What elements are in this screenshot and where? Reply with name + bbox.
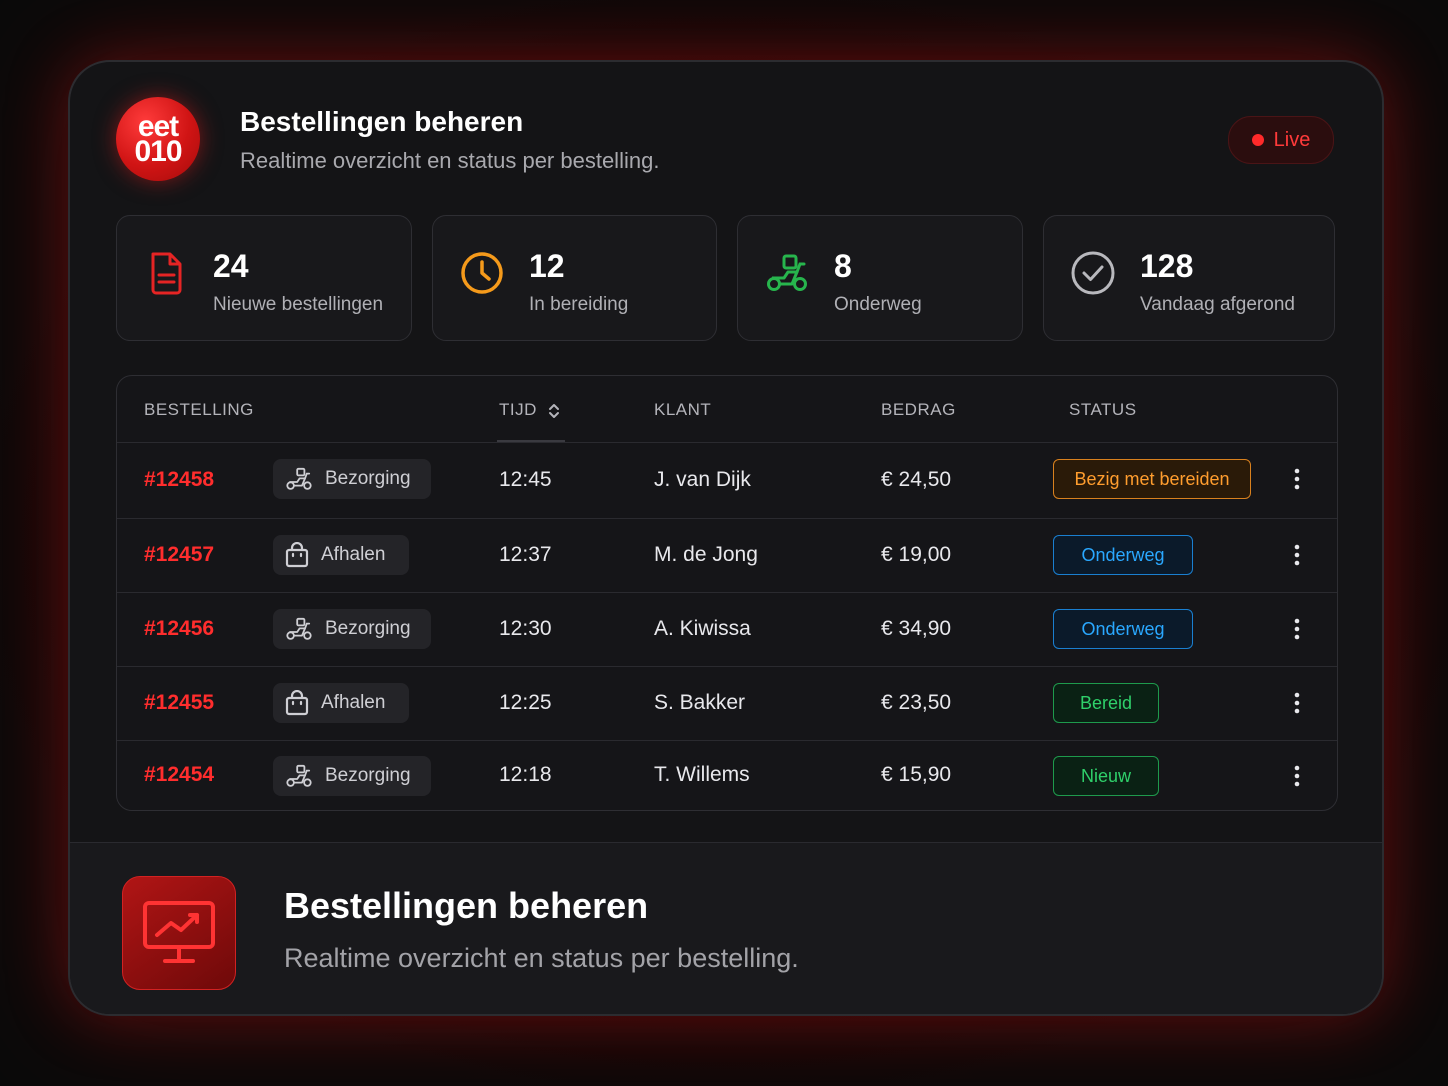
customer-name: M. de Jong xyxy=(654,543,758,566)
stat-label: In bereiding xyxy=(529,294,629,315)
stat-card-completed-today[interactable]: 128 Vandaag afgerond xyxy=(1043,215,1335,341)
live-dot-icon xyxy=(1251,134,1264,146)
stat-label: Vandaag afgerond xyxy=(1140,294,1295,315)
customer-name: J. van Dijk xyxy=(654,468,751,491)
stat-value: 8 xyxy=(834,248,852,284)
stat-card-on-the-way[interactable]: 8 Onderweg xyxy=(737,215,1023,341)
clock-icon xyxy=(461,252,503,294)
stat-label: Onderweg xyxy=(834,294,922,315)
order-time: 12:45 xyxy=(499,468,552,491)
stat-label: Nieuwe bestellingen xyxy=(213,294,384,315)
stat-value: 24 xyxy=(213,248,249,284)
column-header-time-label: TIJD xyxy=(499,400,537,419)
more-options-icon[interactable] xyxy=(1285,543,1309,567)
eet010-logo: eet 010 xyxy=(116,97,200,181)
scooter-icon xyxy=(767,254,807,291)
customer-name: A. Kiwissa xyxy=(654,617,751,640)
column-header-customer[interactable]: KLANT xyxy=(654,400,711,420)
footer-feature: Bestellingen beheren Realtime overzicht … xyxy=(70,842,1382,1014)
stat-card-in-preparation[interactable]: 12 In bereiding xyxy=(432,215,717,341)
more-options-icon[interactable] xyxy=(1285,691,1309,715)
order-type-chip: Bezorging xyxy=(273,609,431,649)
order-type-chip: Afhalen xyxy=(273,683,409,723)
table-row[interactable]: #12458 Bezorging 12:45 J. van Dijk € 24,50 Be… xyxy=(117,442,1337,519)
order-type-chip: Bezorging xyxy=(273,756,431,796)
order-amount: € 23,50 xyxy=(881,691,952,714)
customer-name: T. Willems xyxy=(654,763,750,786)
check-circle-icon xyxy=(1071,251,1115,295)
order-amount: € 19,00 xyxy=(881,543,952,566)
live-badge[interactable]: Live xyxy=(1228,116,1334,164)
more-options-icon[interactable] xyxy=(1285,467,1309,491)
scooter-icon xyxy=(286,467,312,490)
order-type-chip: Bezorging xyxy=(273,459,431,499)
order-amount: € 24,50 xyxy=(881,468,952,491)
table-header: BESTELLING TIJD KLANT BEDRAG STATUS xyxy=(117,376,1337,443)
scooter-icon xyxy=(286,764,312,787)
page-subtitle: Realtime overzicht en status per bestell… xyxy=(240,148,660,173)
order-id-link[interactable]: #12454 xyxy=(144,739,214,810)
column-header-order[interactable]: BESTELLING xyxy=(144,400,254,420)
order-amount: € 34,90 xyxy=(881,617,952,640)
monitor-chart-icon xyxy=(122,876,236,990)
order-time: 12:30 xyxy=(499,617,552,640)
order-time: 12:25 xyxy=(499,691,552,714)
customer-name: S. Bakker xyxy=(654,691,746,714)
table-row[interactable]: #12457 Afhalen 12:37 M. de Jong € 19,00 Onder… xyxy=(117,518,1337,593)
order-time: 12:37 xyxy=(499,543,552,566)
status-badge[interactable]: Onderweg xyxy=(1053,535,1193,575)
column-header-status[interactable]: STATUS xyxy=(1069,400,1137,420)
document-icon xyxy=(151,252,182,295)
status-badge[interactable]: Onderweg xyxy=(1053,609,1193,649)
order-id-link[interactable]: #12457 xyxy=(144,518,214,592)
stat-card-new-orders[interactable]: 24 Nieuwe bestellingen xyxy=(116,215,412,341)
column-header-time[interactable]: TIJD xyxy=(499,400,560,420)
status-badge[interactable]: Bezig met bereiden xyxy=(1053,459,1251,499)
stat-value: 12 xyxy=(529,248,565,284)
sort-icon[interactable] xyxy=(548,402,560,420)
order-time: 12:18 xyxy=(499,763,552,786)
status-badge[interactable]: Bereid xyxy=(1053,683,1159,723)
status-badge[interactable]: Nieuw xyxy=(1053,756,1159,796)
page-title: Bestellingen beheren xyxy=(240,106,524,137)
bag-icon xyxy=(285,690,309,716)
order-type-label: Afhalen xyxy=(321,692,386,713)
order-type-label: Afhalen xyxy=(321,544,386,565)
logo-text-bottom: 010 xyxy=(134,135,182,168)
order-id-link[interactable]: #12456 xyxy=(144,592,214,666)
more-options-icon[interactable] xyxy=(1285,764,1309,788)
order-type-label: Bezorging xyxy=(325,618,411,639)
table-row[interactable]: #12456 Bezorging 12:30 A. Kiwissa € 34,90 Ond… xyxy=(117,592,1337,667)
more-options-icon[interactable] xyxy=(1285,617,1309,641)
footer-title: Bestellingen beheren xyxy=(284,885,649,926)
scooter-icon xyxy=(286,617,312,640)
bag-icon xyxy=(285,542,309,568)
order-type-label: Bezorging xyxy=(325,468,411,489)
order-id-link[interactable]: #12458 xyxy=(144,442,214,518)
orders-panel: eet 010 Bestellingen beheren Realtime ov… xyxy=(68,60,1384,1016)
order-id-link[interactable]: #12455 xyxy=(144,666,214,740)
live-label: Live xyxy=(1273,128,1311,151)
table-row[interactable]: #12454 Bezorging 12:18 T. Willems € 15,90 Nie… xyxy=(117,739,1337,810)
footer-subtitle: Realtime overzicht en status per bestell… xyxy=(284,943,799,973)
orders-table: BESTELLING TIJD KLANT BEDRAG STATUS #124… xyxy=(116,375,1338,811)
order-type-chip: Afhalen xyxy=(273,535,409,575)
order-type-label: Bezorging xyxy=(325,765,411,786)
table-row[interactable]: #12455 Afhalen 12:25 S. Bakker € 23,50 Bereid xyxy=(117,666,1337,741)
stat-value: 128 xyxy=(1140,248,1194,284)
column-header-amount[interactable]: BEDRAG xyxy=(881,400,956,420)
order-amount: € 15,90 xyxy=(881,763,952,786)
